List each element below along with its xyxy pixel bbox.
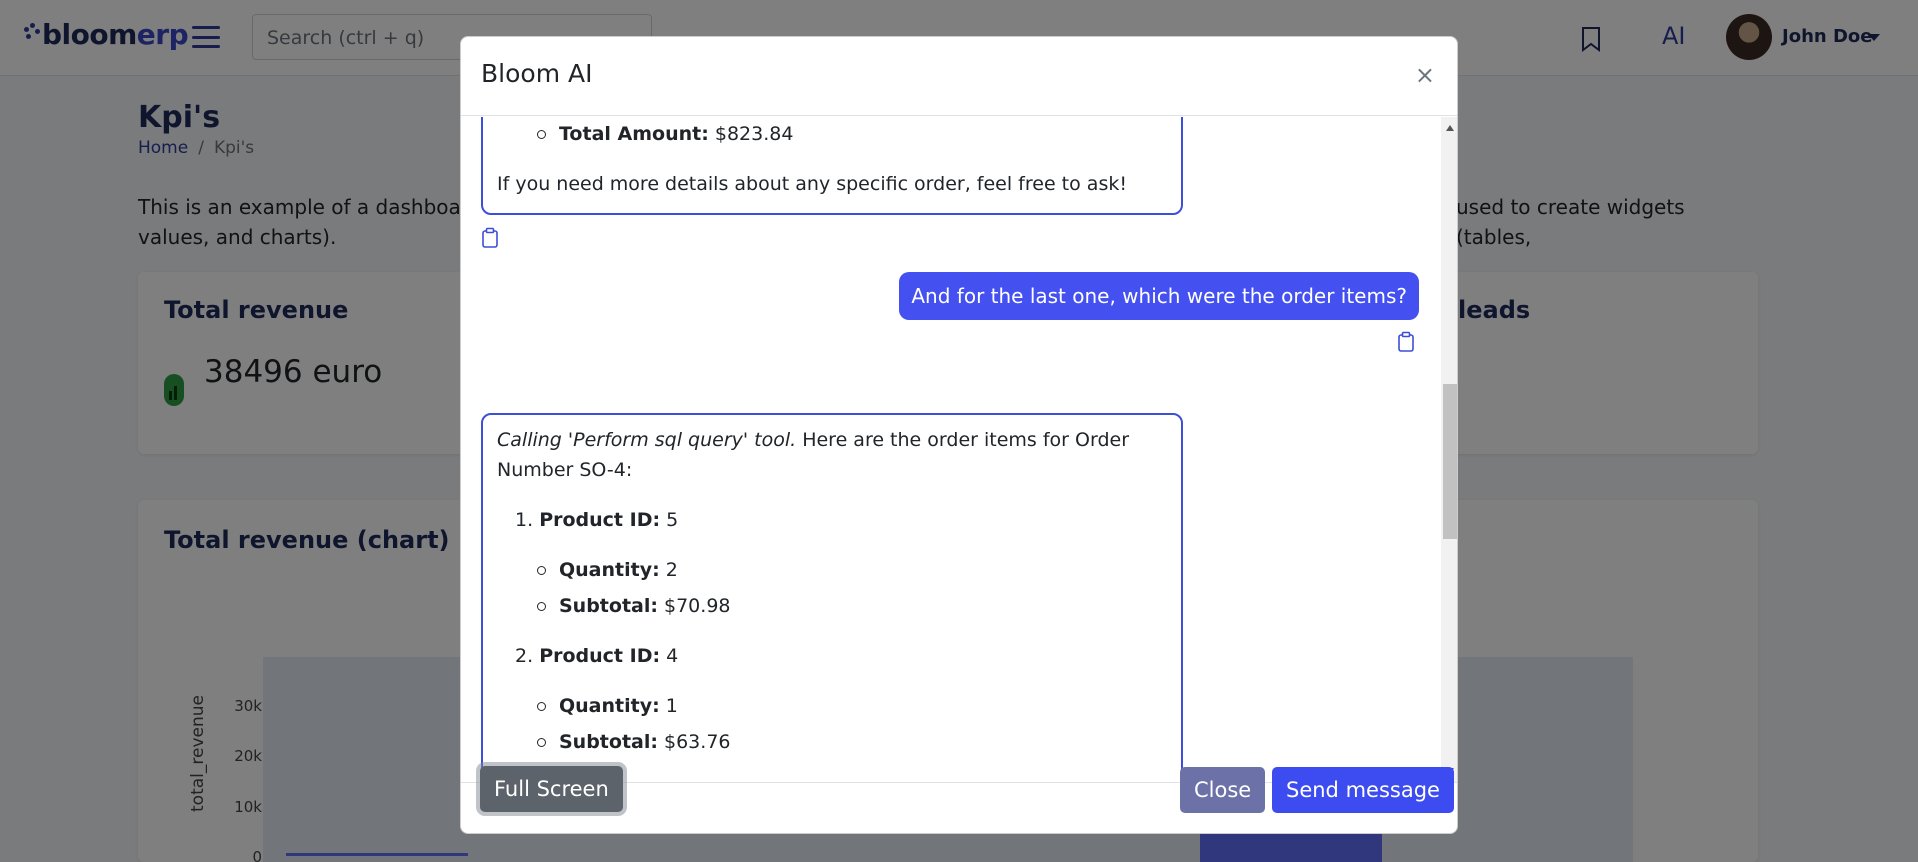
user-message: And for the last one, which were the ord… xyxy=(899,272,1419,320)
amount-value: $823.84 xyxy=(708,123,794,145)
quantity-label: Quantity: xyxy=(559,559,660,581)
ai-message: Calling 'Perform sql query' tool. Here a… xyxy=(481,413,1183,782)
list-item: Quantity: 1 xyxy=(537,691,1167,721)
clipboard-icon[interactable] xyxy=(481,227,499,249)
list-item: 2. Product ID: 4 xyxy=(515,641,1167,671)
list-item: 1. Product ID: 5 xyxy=(515,505,1167,535)
quantity-value: 1 xyxy=(659,695,678,717)
product-label: Product ID: xyxy=(539,645,661,667)
scrollbar-thumb[interactable] xyxy=(1443,384,1457,539)
close-button[interactable]: Close xyxy=(1180,767,1266,813)
scroll-up-icon[interactable] xyxy=(1446,125,1454,131)
clipboard-icon[interactable] xyxy=(1397,331,1415,353)
full-screen-button[interactable]: Full Screen xyxy=(480,766,623,812)
quantity-label: Quantity: xyxy=(559,695,660,717)
subtotal-label: Subtotal: xyxy=(559,595,658,617)
tool-call-text: Calling 'Perform sql query' tool. xyxy=(497,429,797,451)
product-id: 4 xyxy=(660,645,679,667)
subtotal-value: $70.98 xyxy=(657,595,731,617)
modal-title: Bloom AI xyxy=(481,59,593,88)
ai-intro: Calling 'Perform sql query' tool. Here a… xyxy=(497,425,1167,485)
list-item: Subtotal: $63.76 xyxy=(537,727,1167,757)
chat-scrollbar[interactable] xyxy=(1441,117,1457,782)
ai-closing-text: If you need more details about any speci… xyxy=(497,173,1127,195)
close-icon[interactable]: × xyxy=(1415,61,1435,89)
list-item: Subtotal: $70.98 xyxy=(537,591,1167,621)
product-label: Product ID: xyxy=(539,509,661,531)
bloom-ai-modal: Bloom AI × Total Amount: $823.84 If you … xyxy=(460,36,1458,834)
product-id: 5 xyxy=(660,509,679,531)
list-item: Quantity: 2 xyxy=(537,555,1167,585)
list-number: 2. xyxy=(515,645,534,667)
item-details: Quantity: 2 Subtotal: $70.98 xyxy=(537,555,1167,621)
send-message-button[interactable]: Send message xyxy=(1272,767,1454,813)
item-details: Quantity: 1 Subtotal: $63.76 xyxy=(537,691,1167,757)
modal-header: Bloom AI × xyxy=(461,37,1457,116)
list-item: Total Amount: $823.84 xyxy=(537,119,1167,149)
amount-label: Total Amount: xyxy=(559,123,709,145)
chat-messages[interactable]: Total Amount: $823.84 If you need more d… xyxy=(461,117,1457,782)
ai-message: Total Amount: $823.84 If you need more d… xyxy=(481,117,1183,215)
list-number: 1. xyxy=(515,509,534,531)
subtotal-value: $63.76 xyxy=(657,731,731,753)
quantity-value: 2 xyxy=(659,559,678,581)
subtotal-label: Subtotal: xyxy=(559,731,658,753)
